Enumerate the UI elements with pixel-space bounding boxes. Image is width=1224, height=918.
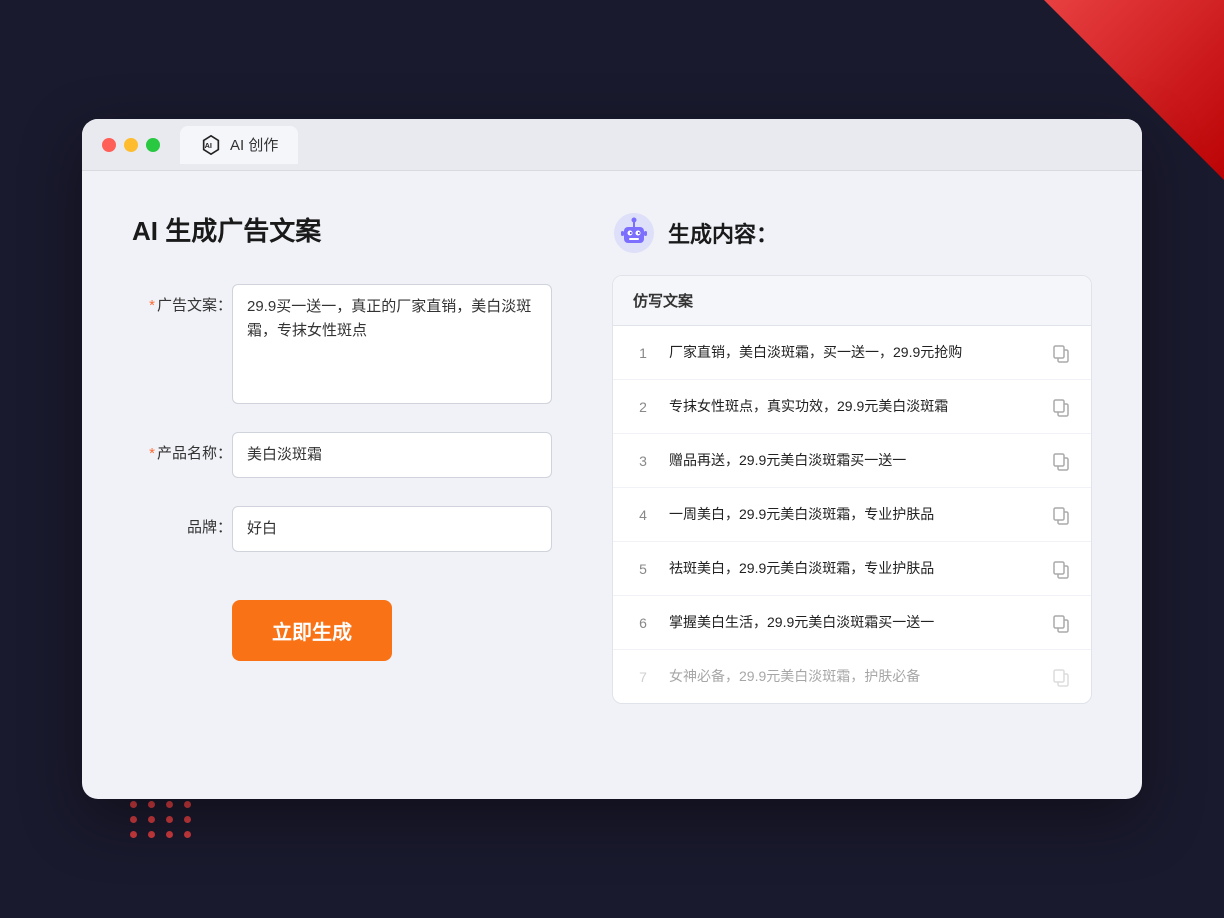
table-row: 5 祛斑美白，29.9元美白淡斑霜，专业护肤品 bbox=[613, 542, 1091, 596]
ai-tab-icon: AI bbox=[200, 134, 222, 156]
copy-icon-6[interactable] bbox=[1051, 613, 1071, 633]
ai-tab-label: AI 创作 bbox=[230, 134, 278, 155]
table-row: 2 专抹女性斑点，真实功效，29.9元美白淡斑霜 bbox=[613, 380, 1091, 434]
brand-input[interactable] bbox=[232, 506, 552, 552]
row-num-6: 6 bbox=[633, 615, 653, 631]
row-num-3: 3 bbox=[633, 453, 653, 469]
required-star-2: * bbox=[149, 445, 155, 462]
row-num-7: 7 bbox=[633, 669, 653, 685]
row-num-1: 1 bbox=[633, 345, 653, 361]
product-name-input[interactable] bbox=[232, 432, 552, 478]
row-text-6: 掌握美白生活，29.9元美白淡斑霜买一送一 bbox=[669, 612, 1035, 633]
row-num-4: 4 bbox=[633, 507, 653, 523]
minimize-button[interactable] bbox=[124, 138, 138, 152]
row-text-1: 厂家直销，美白淡斑霜，买一送一，29.9元抢购 bbox=[669, 342, 1035, 363]
left-panel: AI 生成广告文案 *广告文案： 29.9买一送一，真正的厂家直销，美白淡斑霜，… bbox=[132, 211, 552, 704]
traffic-lights bbox=[102, 138, 160, 152]
robot-icon bbox=[612, 211, 656, 255]
panel-title: AI 生成广告文案 bbox=[132, 211, 552, 248]
table-row-dimmed: 7 女神必备，29.9元美白淡斑霜，护肤必备 bbox=[613, 650, 1091, 703]
product-name-row: *产品名称： bbox=[132, 432, 552, 478]
right-panel: 生成内容： 仿写文案 1 厂家直销，美白淡斑霜，买一送一，29.9元抢购 2 专… bbox=[612, 211, 1092, 704]
result-header: 生成内容： bbox=[612, 211, 1092, 255]
copy-icon-4[interactable] bbox=[1051, 505, 1071, 525]
table-row: 1 厂家直销，美白淡斑霜，买一送一，29.9元抢购 bbox=[613, 326, 1091, 380]
close-button[interactable] bbox=[102, 138, 116, 152]
generate-button[interactable]: 立即生成 bbox=[232, 600, 392, 661]
row-text-3: 赠品再送，29.9元美白淡斑霜买一送一 bbox=[669, 450, 1035, 471]
copy-icon-1[interactable] bbox=[1051, 343, 1071, 363]
result-table: 仿写文案 1 厂家直销，美白淡斑霜，买一送一，29.9元抢购 2 专抹女性斑点，… bbox=[612, 275, 1092, 704]
title-bar: AI AI 创作 bbox=[82, 119, 1142, 171]
row-text-7: 女神必备，29.9元美白淡斑霜，护肤必备 bbox=[669, 666, 1035, 687]
copy-icon-7[interactable] bbox=[1051, 667, 1071, 687]
table-header: 仿写文案 bbox=[613, 276, 1091, 326]
table-row: 3 赠品再送，29.9元美白淡斑霜买一送一 bbox=[613, 434, 1091, 488]
table-row: 6 掌握美白生活，29.9元美白淡斑霜买一送一 bbox=[613, 596, 1091, 650]
copy-icon-2[interactable] bbox=[1051, 397, 1071, 417]
brand-label: 品牌： bbox=[132, 506, 232, 537]
row-text-4: 一周美白，29.9元美白淡斑霜，专业护肤品 bbox=[669, 504, 1035, 525]
copy-icon-3[interactable] bbox=[1051, 451, 1071, 471]
main-window: AI AI 创作 AI 生成广告文案 *广告文案： 29.9买一送一，真正的厂家… bbox=[82, 119, 1142, 799]
copy-icon-5[interactable] bbox=[1051, 559, 1071, 579]
row-text-5: 祛斑美白，29.9元美白淡斑霜，专业护肤品 bbox=[669, 558, 1035, 579]
row-num-5: 5 bbox=[633, 561, 653, 577]
window-body: AI 生成广告文案 *广告文案： 29.9买一送一，真正的厂家直销，美白淡斑霜，… bbox=[82, 171, 1142, 754]
row-num-2: 2 bbox=[633, 399, 653, 415]
table-row: 4 一周美白，29.9元美白淡斑霜，专业护肤品 bbox=[613, 488, 1091, 542]
row-text-2: 专抹女性斑点，真实功效，29.9元美白淡斑霜 bbox=[669, 396, 1035, 417]
product-name-label: *产品名称： bbox=[132, 432, 232, 463]
ad-copy-label: *广告文案： bbox=[132, 284, 232, 315]
ad-copy-row: *广告文案： 29.9买一送一，真正的厂家直销，美白淡斑霜，专抹女性斑点 bbox=[132, 284, 552, 404]
maximize-button[interactable] bbox=[146, 138, 160, 152]
ai-tab[interactable]: AI AI 创作 bbox=[180, 126, 298, 164]
ad-copy-textarea[interactable]: 29.9买一送一，真正的厂家直销，美白淡斑霜，专抹女性斑点 bbox=[232, 284, 552, 404]
brand-row: 品牌： bbox=[132, 506, 552, 552]
result-title: 生成内容： bbox=[668, 217, 778, 249]
required-star-1: * bbox=[149, 297, 155, 314]
svg-text:AI: AI bbox=[205, 141, 212, 150]
